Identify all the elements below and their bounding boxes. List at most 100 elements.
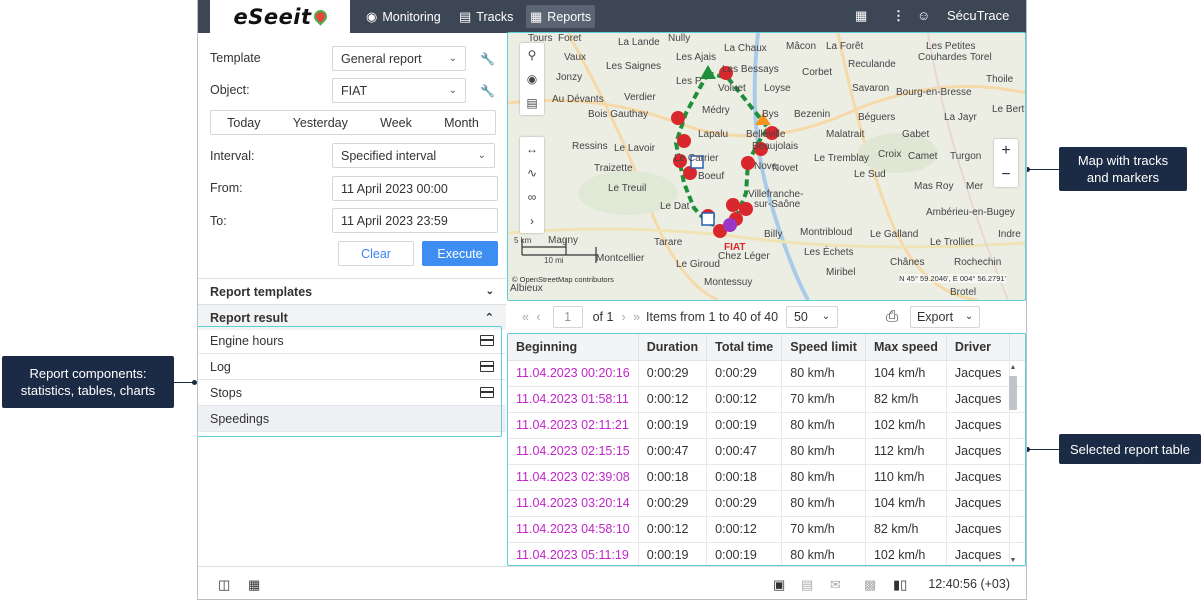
table-row[interactable]: 11.04.2023 00:20:16 0:00:29 0:00:29 80 km/h…: [508, 360, 1026, 387]
col-speed-limit[interactable]: Speed limit: [781, 334, 866, 361]
nav-monitoring[interactable]: ◉ Monitoring: [362, 7, 445, 27]
per-page-select[interactable]: 50 ⌄: [786, 305, 839, 328]
table-row[interactable]: 11.04.2023 03:20:14 0:00:29 0:00:29 80 km/h…: [508, 490, 1026, 517]
object-select[interactable]: FIAT ⌄: [332, 78, 466, 103]
component-speedings[interactable]: Speedings: [198, 406, 506, 432]
map-town: Chânes: [890, 257, 925, 268]
col-duration[interactable]: Duration: [638, 334, 708, 361]
wrench-icon[interactable]: 🔧: [480, 84, 495, 98]
component-stops[interactable]: Stops: [198, 380, 506, 406]
execute-button[interactable]: Execute: [422, 241, 498, 266]
app-window: eSeeit ◉ Monitoring ▤ Tracks ▦ Reports ▦…: [197, 0, 1027, 600]
map-town: Le Dat: [660, 201, 690, 212]
user-icon[interactable]: ☺: [917, 8, 930, 23]
col-beginning[interactable]: Beginning: [508, 334, 639, 361]
callout-report-components: Report components: statistics, tables, c…: [2, 356, 174, 408]
component-log[interactable]: Log: [198, 354, 506, 380]
map-town: Nully: [668, 33, 691, 44]
clear-button[interactable]: Clear: [338, 241, 414, 266]
report-result-header[interactable]: Report result ⌃: [198, 304, 506, 330]
table-row[interactable]: 11.04.2023 01:58:11 0:00:12 0:00:12 70 km/h…: [508, 386, 1026, 413]
table-icon[interactable]: [480, 361, 494, 372]
period-today[interactable]: Today: [227, 116, 260, 130]
scroll-thumb[interactable]: [1009, 376, 1017, 410]
panel-toggle-icon[interactable]: ◫: [218, 577, 230, 593]
cell-beginning[interactable]: 11.04.2023 04:58:10: [508, 516, 639, 543]
scroll-up-icon[interactable]: ▲: [1008, 364, 1018, 371]
cell-beginning[interactable]: 11.04.2023 01:58:11: [508, 386, 639, 413]
map-town: Turgon: [950, 151, 982, 162]
interval-select[interactable]: Specified interval ⌄: [332, 143, 495, 168]
table-icon[interactable]: [480, 387, 494, 398]
user-name[interactable]: SécuTrace: [947, 8, 1009, 23]
contact-card-icon[interactable]: ▣: [773, 577, 785, 593]
callout-map: Map with tracks and markers: [1059, 147, 1187, 191]
scroll-down-icon[interactable]: ▼: [1008, 557, 1018, 564]
ruler-icon[interactable]: ↔: [520, 137, 544, 161]
table-header-row: Beginning Duration Total time Speed limi…: [508, 334, 1026, 361]
geofence-icon[interactable]: ∞: [520, 185, 544, 209]
interval-value: Specified interval: [341, 148, 437, 163]
table-scrollbar[interactable]: ▲ ▼: [1008, 362, 1018, 566]
cell-beginning[interactable]: 11.04.2023 00:20:16: [508, 360, 639, 387]
table-icon[interactable]: [480, 335, 494, 346]
card-icon[interactable]: ▮▯: [893, 577, 907, 593]
wrench-icon[interactable]: 🔧: [480, 52, 495, 66]
table-row[interactable]: 11.04.2023 02:39:08 0:00:18 0:00:18 80 km/h…: [508, 464, 1026, 491]
period-yesterday[interactable]: Yesterday: [293, 116, 348, 130]
apps-grid-icon[interactable]: ▦: [855, 8, 867, 24]
col-total-time[interactable]: Total time: [706, 334, 783, 361]
zoom-in-button[interactable]: +: [994, 139, 1018, 163]
map-town: Tarare: [654, 237, 683, 248]
eye-icon[interactable]: ◉: [520, 67, 544, 91]
col-driver[interactable]: Driver: [946, 334, 1011, 361]
cell-beginning[interactable]: 11.04.2023 02:15:15: [508, 438, 639, 465]
cell-beginning[interactable]: 11.04.2023 05:11:19: [508, 542, 639, 566]
cell-beginning[interactable]: 11.04.2023 03:20:14: [508, 490, 639, 517]
from-field[interactable]: 11 April 2023 00:00: [332, 176, 498, 201]
period-month[interactable]: Month: [444, 116, 479, 130]
first-prev-page-icon[interactable]: « ‹: [522, 310, 543, 324]
cell-beginning[interactable]: 11.04.2023 02:11:21: [508, 412, 639, 439]
nav-tracks-label: Tracks: [476, 10, 514, 24]
component-engine-hours[interactable]: Engine hours: [198, 328, 506, 354]
page-input[interactable]: 1: [552, 305, 583, 328]
table-row[interactable]: 11.04.2023 02:11:21 0:00:19 0:00:19 80 km/h…: [508, 412, 1026, 439]
map-town: Foret: [558, 33, 582, 44]
nav-tracks[interactable]: ▤ Tracks: [455, 7, 517, 27]
expand-icon[interactable]: ›: [520, 209, 544, 233]
map-layers-icon[interactable]: ▤: [520, 91, 544, 115]
cell-beginning[interactable]: 11.04.2023 02:39:08: [508, 464, 639, 491]
zoom-out-button[interactable]: −: [994, 163, 1018, 187]
table-row[interactable]: 11.04.2023 02:15:15 0:00:47 0:00:47 80 km/h…: [508, 438, 1026, 465]
map-town: Le Lavoir: [614, 143, 656, 154]
table-row[interactable]: 11.04.2023 04:58:10 0:00:12 0:00:12 70 km/h…: [508, 516, 1026, 543]
map-scale-mi: 10 mi: [544, 256, 564, 265]
template-select[interactable]: General report ⌄: [332, 46, 466, 71]
report-templates-header[interactable]: Report templates ⌄: [198, 278, 506, 304]
map-town: Bezenin: [794, 109, 831, 120]
grid-view-icon[interactable]: ▦: [248, 577, 260, 593]
to-field[interactable]: 11 April 2023 23:59: [332, 208, 498, 233]
nav-reports[interactable]: ▦ Reports: [526, 5, 596, 28]
cell-duration: 0:00:47: [638, 438, 708, 465]
mail-icon[interactable]: ✉: [830, 577, 841, 593]
map[interactable]: Tours Foret La Lande Nully La Chaux Mâco…: [508, 33, 1026, 300]
next-last-page-icon[interactable]: › »: [621, 310, 642, 324]
print-icon[interactable]: ⎙: [886, 308, 898, 325]
more-vert-icon[interactable]: ⋮: [892, 8, 905, 24]
vehicle-label[interactable]: FIAT: [724, 242, 745, 253]
route-icon[interactable]: ∿: [520, 161, 544, 185]
logo[interactable]: eSeeit: [210, 0, 350, 33]
message-icon[interactable]: ▤: [801, 577, 813, 593]
export-dropdown[interactable]: Export ⌄: [910, 305, 981, 328]
image-icon[interactable]: ▩: [864, 577, 876, 593]
cell-total-time: 0:00:29: [706, 360, 783, 387]
search-icon[interactable]: ⚲: [520, 43, 544, 67]
report-table-container: Beginning Duration Total time Speed limi…: [508, 334, 1026, 566]
period-week[interactable]: Week: [380, 116, 412, 130]
table-row[interactable]: 11.04.2023 05:11:19 0:00:19 0:00:19 80 km/h…: [508, 542, 1026, 566]
col-max-speed[interactable]: Max speed: [865, 334, 947, 361]
map-town: Beaujolais: [752, 141, 799, 152]
map-town: Médry: [702, 105, 730, 116]
